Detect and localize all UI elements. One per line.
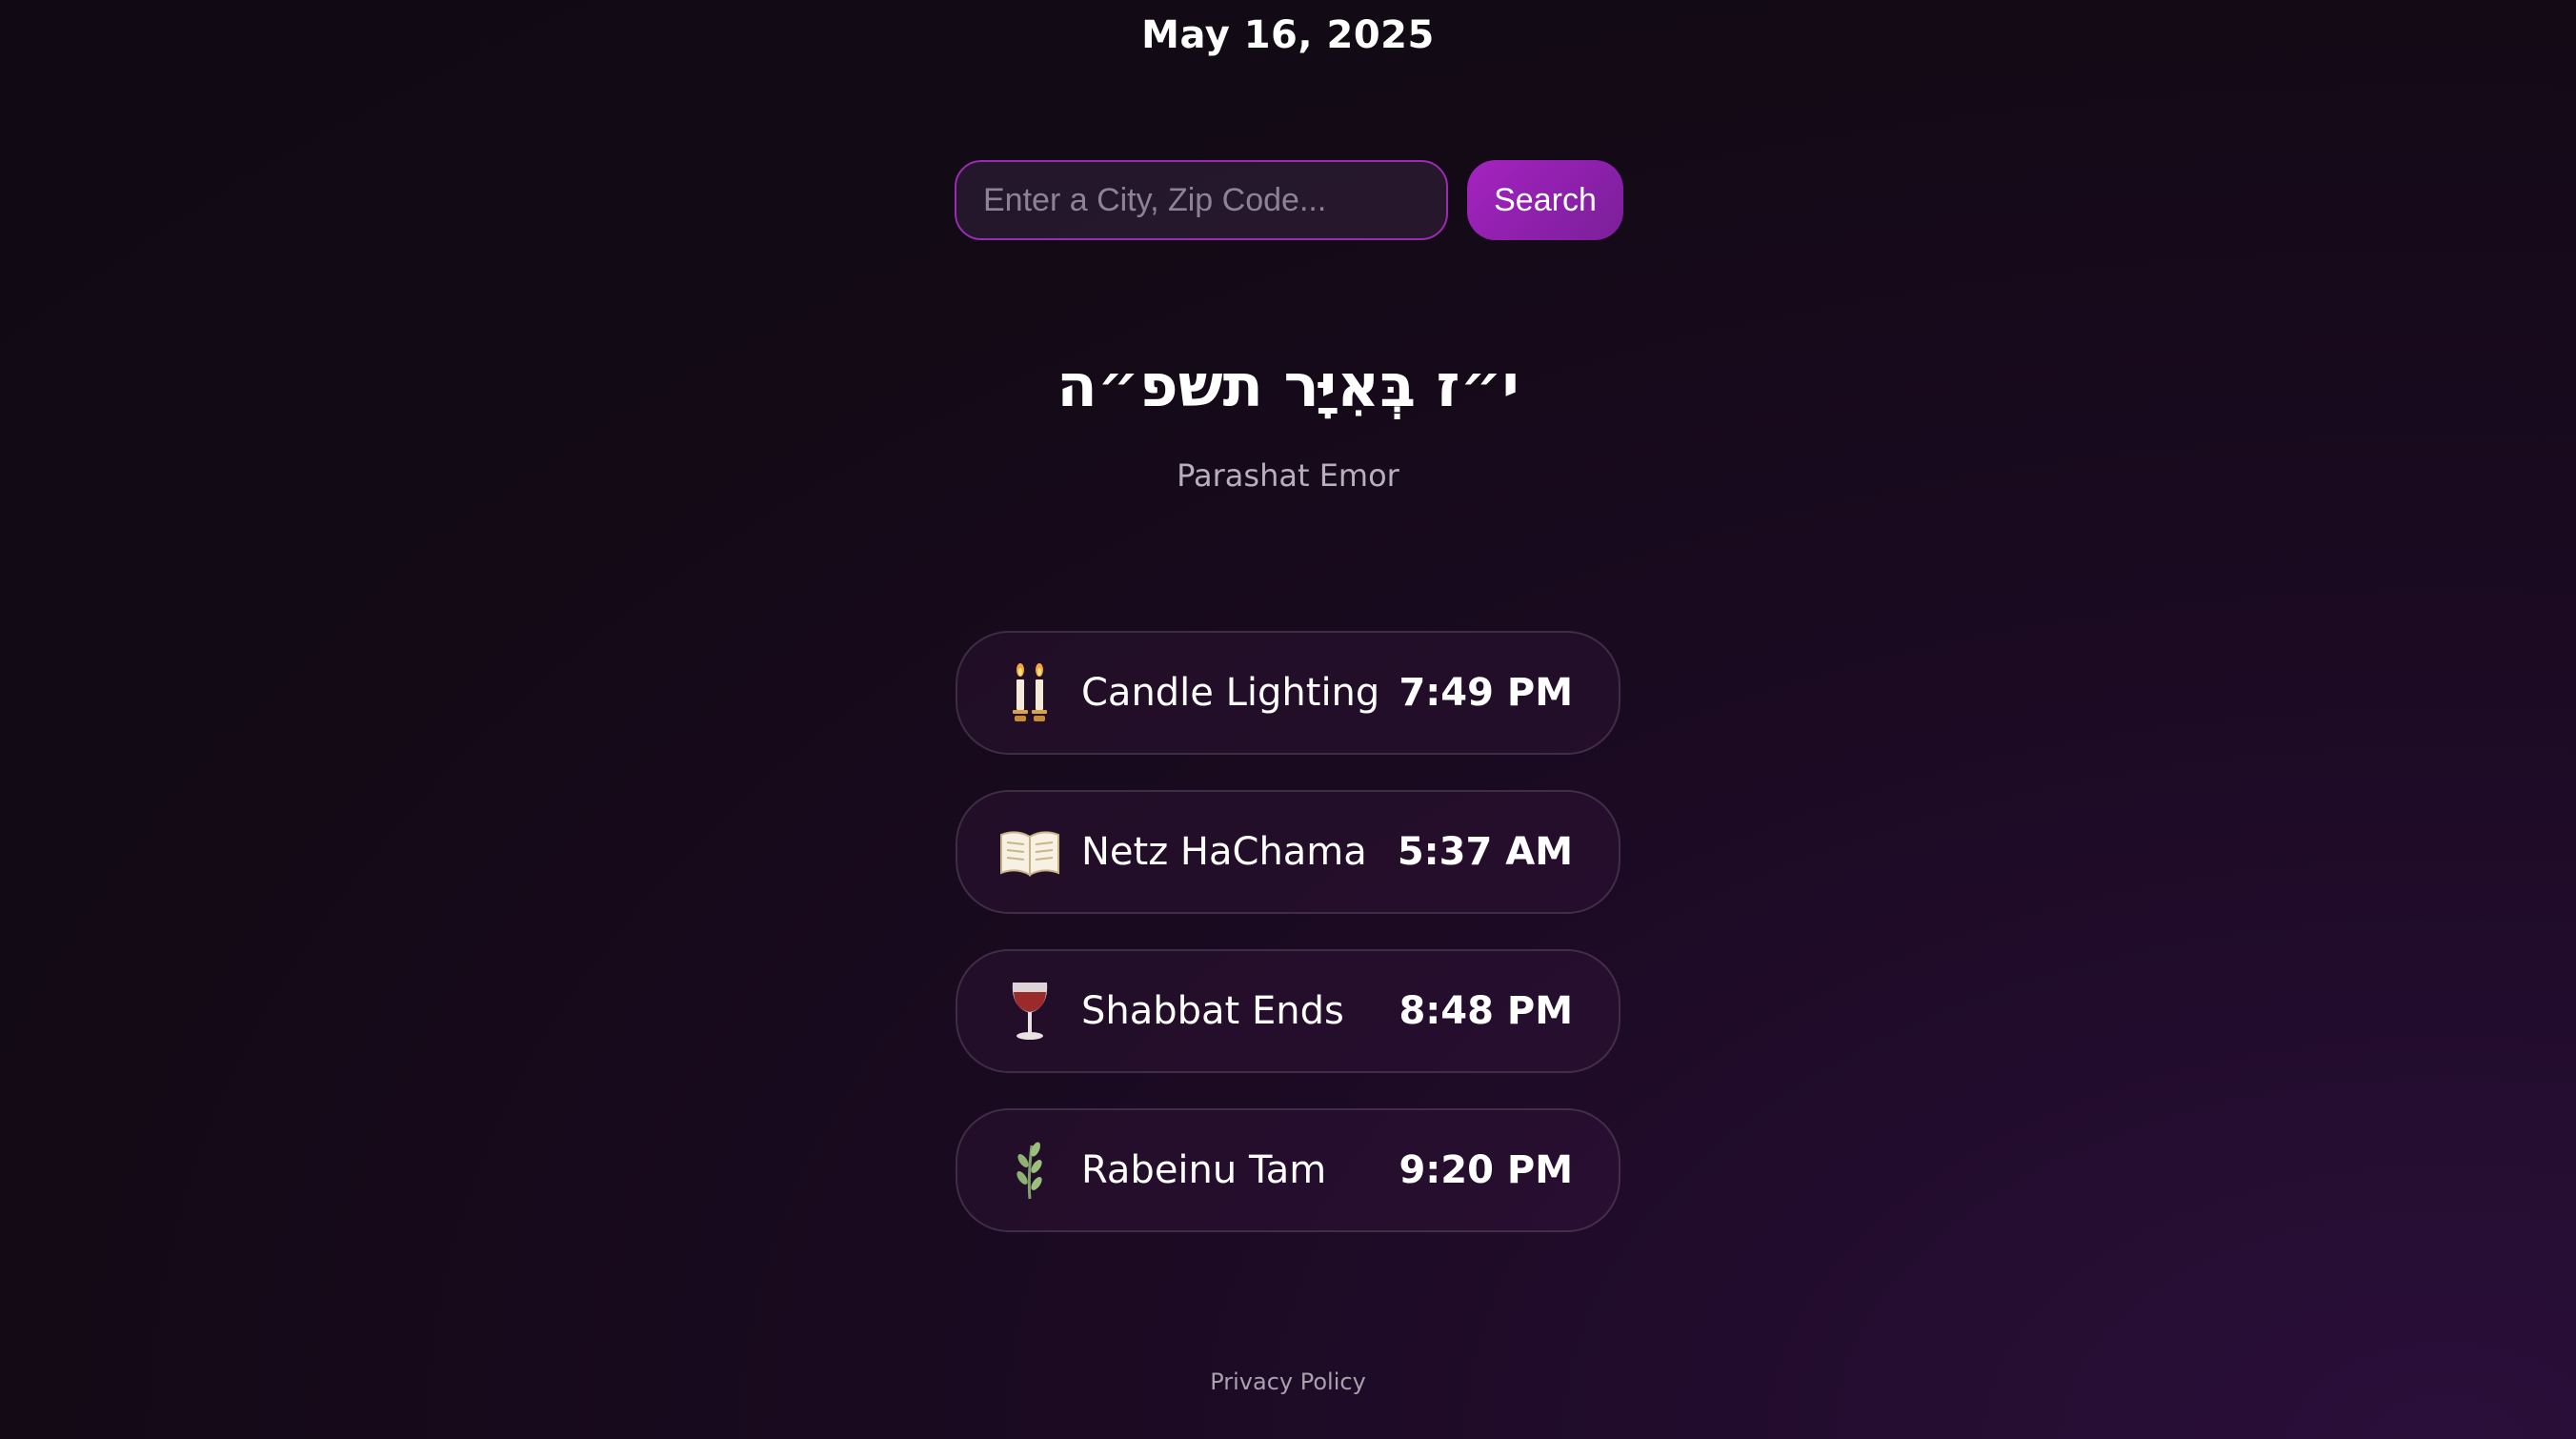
footer: Privacy Policy <box>0 1368 2576 1395</box>
time-card-rabeinu-tam: Rabeinu Tam 9:20 PM <box>956 1108 1620 1232</box>
time-label: Netz HaChama <box>1081 830 1367 874</box>
search-bar: Search <box>955 160 1623 240</box>
time-card-shabbat-ends: Shabbat Ends 8:48 PM <box>956 949 1620 1073</box>
candles-icon <box>999 662 1060 723</box>
privacy-policy-link[interactable]: Privacy Policy <box>1210 1368 1366 1395</box>
wine-glass-icon <box>999 981 1060 1042</box>
herb-icon <box>999 1140 1060 1201</box>
time-card-candle-lighting: Candle Lighting 7:49 PM <box>956 631 1620 755</box>
time-card-netz-hachama: Netz HaChama 5:37 AM <box>956 790 1620 914</box>
search-button[interactable]: Search <box>1467 160 1623 240</box>
time-value: 5:37 AM <box>1397 830 1573 874</box>
time-value: 7:49 PM <box>1399 671 1573 715</box>
parasha-name: Parashat Emor <box>1177 457 1399 494</box>
current-date: May 16, 2025 <box>1141 13 1435 57</box>
time-label: Rabeinu Tam <box>1081 1148 1327 1192</box>
time-value: 9:20 PM <box>1399 1148 1573 1192</box>
hebrew-date: י״ז בְּאִיָּר תשפ״ה <box>1057 351 1519 420</box>
time-label: Candle Lighting <box>1081 671 1380 715</box>
time-label: Shabbat Ends <box>1081 989 1344 1033</box>
time-value: 8:48 PM <box>1399 989 1573 1033</box>
open-book-icon <box>999 821 1060 882</box>
zmanim-list: Candle Lighting 7:49 PM Netz HaChama 5:3… <box>956 631 1620 1267</box>
search-input[interactable] <box>955 160 1448 240</box>
